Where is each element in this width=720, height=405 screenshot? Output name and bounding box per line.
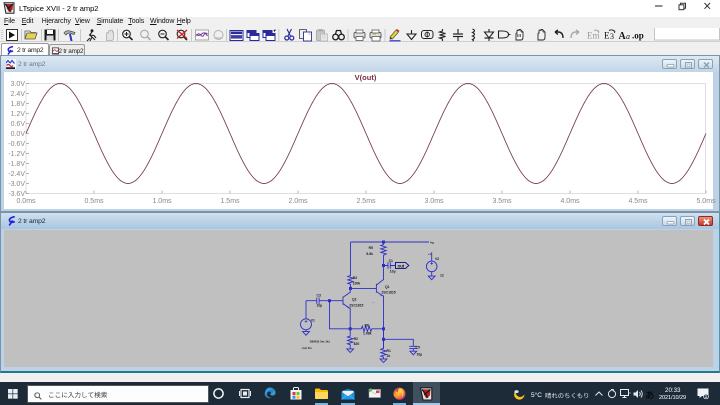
svg-text:C3: C3 — [317, 294, 321, 298]
svg-text:R5: R5 — [369, 246, 373, 250]
svg-text:10µ: 10µ — [317, 304, 323, 308]
svg-text:Q2: Q2 — [352, 298, 357, 302]
svg-text:C1: C1 — [389, 259, 393, 263]
svg-text:1.08k: 1.08k — [363, 332, 372, 336]
svg-text:1k: 1k — [387, 354, 391, 358]
svg-text:out: out — [398, 264, 405, 269]
svg-text:100k: 100k — [353, 282, 361, 286]
svg-text:820: 820 — [354, 342, 360, 346]
svg-text:.tran 5m: .tran 5m — [302, 346, 313, 350]
svg-text:R4: R4 — [353, 276, 357, 280]
svg-text:10µ: 10µ — [417, 353, 423, 357]
svg-text:SINE(0 5m 1k): SINE(0 5m 1k) — [310, 339, 330, 343]
svg-text:2SC1815: 2SC1815 — [349, 303, 363, 307]
svg-text:6.8k: 6.8k — [366, 252, 373, 256]
svg-text:R6: R6 — [365, 324, 369, 328]
svg-text:12: 12 — [440, 274, 444, 278]
svg-text:10µ: 10µ — [390, 270, 396, 274]
svg-text:C5: C5 — [416, 346, 420, 350]
svg-text:R2: R2 — [354, 337, 358, 341]
svg-text:+v: +v — [430, 241, 434, 245]
svg-text:R1: R1 — [387, 349, 391, 353]
svg-text:2SC1815: 2SC1815 — [382, 291, 396, 295]
svg-text:-: - — [373, 299, 375, 304]
svg-text:+v: +v — [428, 252, 432, 256]
svg-text:Q1: Q1 — [385, 285, 390, 289]
svg-text:V1: V1 — [311, 319, 315, 323]
svg-text:V2: V2 — [435, 257, 439, 261]
